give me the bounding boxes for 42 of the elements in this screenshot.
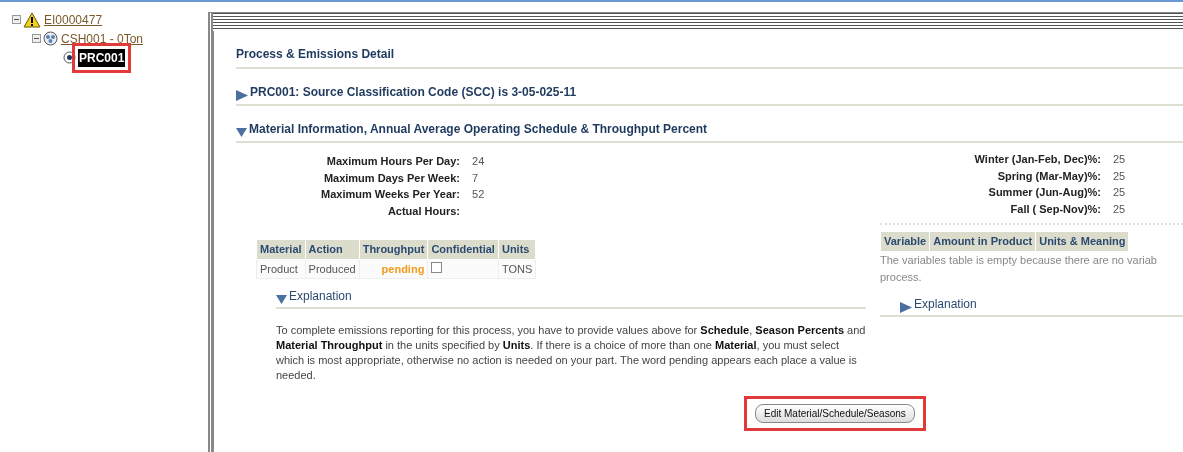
collapse-icon[interactable] (12, 15, 21, 24)
column-header: Units & Meaning (1035, 231, 1129, 251)
explanation-toggle[interactable]: Explanation (914, 294, 977, 313)
field-value: 24 (472, 154, 486, 169)
empty-message: The variables table is empty because there are no variab process. (880, 252, 1158, 286)
column-header: Variable (880, 231, 930, 251)
field-label: Maximum Hours Per Day: (325, 154, 460, 169)
column-header: Units (498, 239, 536, 259)
explanation-toggle[interactable]: Explanation (289, 287, 352, 305)
section-title[interactable]: Material Information, Annual Average Operating Schedule & Throughput Percent (249, 120, 708, 138)
edit-button[interactable]: Edit Material/Schedule/Seasons (755, 404, 915, 424)
collapse-arrow-icon[interactable] (236, 127, 247, 138)
column-header: Amount in Product (929, 231, 1036, 251)
column-header: Throughput (359, 239, 428, 259)
field-label: Spring (Mar-May)%: (996, 168, 1101, 184)
field-value: 25 (1113, 185, 1127, 200)
field-label: Maximum Weeks Per Year: (321, 187, 460, 202)
checkbox[interactable] (431, 261, 443, 273)
field-value: 7 (472, 170, 480, 186)
expand-arrow-icon[interactable] (236, 90, 248, 101)
collapse-icon[interactable] (32, 34, 41, 43)
tree-item[interactable]: EI0000477 (43, 10, 104, 29)
section-title[interactable]: PRC001: Source Classification Code (SCC) is 3-05-025-11 (250, 83, 577, 101)
tree-item[interactable]: CSH001 - 0Ton (60, 29, 145, 48)
explanation-text: To complete emissions reporting for this process, you have to provide values above for Schedule, Season Percents and Material Throughput in the units specified by Units. If there is a choice of more than one Material, you must select which is most appropriate, otherwise no action is needed on your part. The word pending appears each place a value is needed. (276, 323, 866, 383)
field-value: 25 (1113, 168, 1127, 184)
field-label: Actual Hours: (386, 203, 460, 219)
field-value: 52 (472, 187, 486, 202)
field-label: Summer (Jun-Aug)%: (987, 185, 1101, 200)
column-header: Confidential (427, 239, 499, 259)
field-value: 25 (1113, 152, 1127, 167)
column-header: Material (256, 239, 306, 259)
circles-icon (43, 31, 58, 46)
field-label: Winter (Jan-Feb, Dec)%: (974, 152, 1101, 167)
collapse-arrow-icon[interactable] (276, 294, 287, 305)
field-value: 25 (1113, 201, 1127, 217)
field-label: Fall ( Sep-Nov)%: (1009, 201, 1101, 217)
field-label: Maximum Days Per Week: (322, 170, 460, 186)
warning-icon (23, 11, 41, 28)
column-header: Action (305, 239, 360, 259)
page-title: Process & Emissions Detail (236, 39, 1183, 69)
expand-arrow-icon[interactable] (900, 301, 912, 313)
